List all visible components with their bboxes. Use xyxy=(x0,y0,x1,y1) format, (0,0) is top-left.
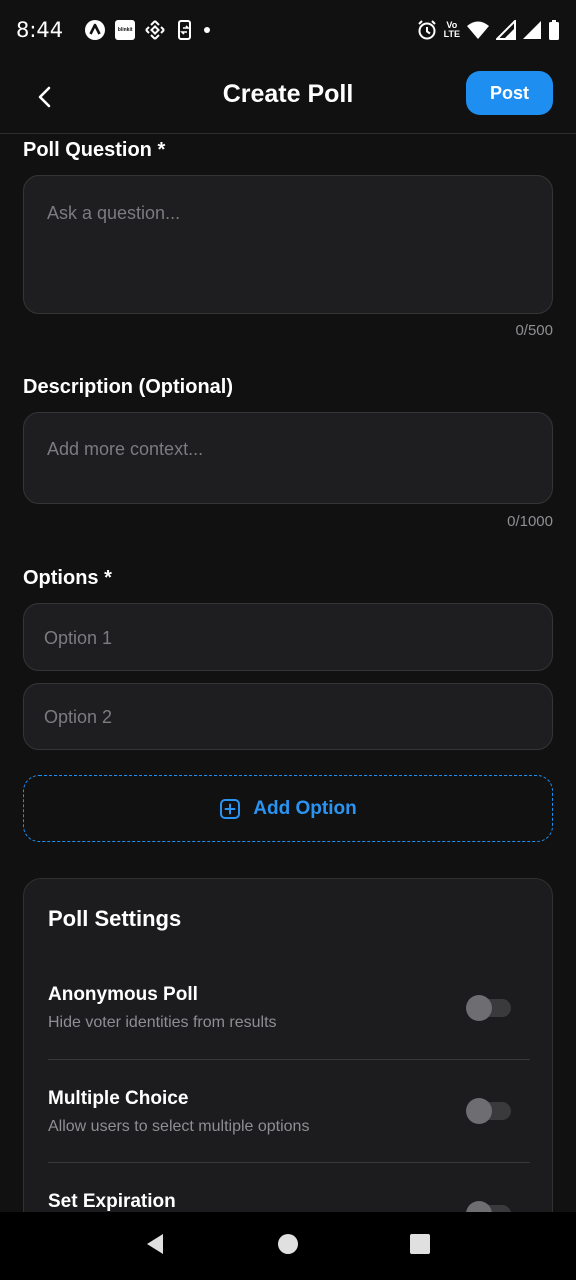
option-1-input[interactable]: Option 1 xyxy=(23,603,553,671)
setting-title: Multiple Choice xyxy=(48,1088,189,1109)
status-time: 8:44 xyxy=(16,18,64,42)
binance-icon xyxy=(144,19,166,41)
description-placeholder: Add more context... xyxy=(47,439,204,459)
poll-question-input[interactable]: Ask a question... xyxy=(23,175,553,314)
description-label: Description (Optional) xyxy=(23,376,233,398)
plus-square-icon xyxy=(220,798,241,819)
options-label: Options * xyxy=(23,567,112,589)
back-nav-button[interactable] xyxy=(144,1232,168,1261)
alarm-icon xyxy=(416,19,438,41)
battery-icon xyxy=(548,19,560,41)
setting-description: Allow users to select multiple options xyxy=(48,1118,310,1135)
screen: 8:44 blinkit Vo LTE Create Poll Post Pol… xyxy=(0,0,576,1280)
triangle-back-icon xyxy=(147,1233,163,1254)
status-left: 8:44 blinkit xyxy=(16,18,211,42)
anonymous-poll-toggle[interactable] xyxy=(466,995,511,1021)
description-input[interactable]: Add more context... xyxy=(23,412,553,504)
poll-settings-card: Poll Settings Anonymous Poll Hide voter … xyxy=(23,878,553,1212)
home-nav-button[interactable] xyxy=(276,1232,300,1261)
setting-title: Set Expiration xyxy=(48,1191,176,1212)
poll-question-counter: 0/500 xyxy=(515,322,553,339)
poll-settings-title: Poll Settings xyxy=(48,906,182,931)
post-button[interactable]: Post xyxy=(466,71,553,115)
add-option-button[interactable]: Add Option xyxy=(23,775,553,842)
setting-description: Hide voter identities from results xyxy=(48,1014,277,1031)
recents-nav-button[interactable] xyxy=(408,1232,432,1261)
add-option-label: Add Option xyxy=(253,797,357,819)
toggle-knob xyxy=(466,1098,492,1124)
toggle-knob xyxy=(466,995,492,1021)
option-1-placeholder: Option 1 xyxy=(44,628,113,648)
wifi-icon xyxy=(466,20,490,40)
poll-question-placeholder: Ask a question... xyxy=(47,203,181,223)
system-nav-bar xyxy=(0,1212,576,1280)
square-recents-icon xyxy=(410,1233,430,1254)
description-counter: 0/1000 xyxy=(507,513,553,530)
app-a-icon xyxy=(84,19,106,41)
status-right: Vo LTE xyxy=(416,19,560,41)
circle-home-icon xyxy=(278,1233,298,1254)
setting-multiple-choice: Multiple Choice Allow users to select mu… xyxy=(48,1088,530,1136)
phone-sync-icon xyxy=(175,19,195,41)
option-2-input[interactable]: Option 2 xyxy=(23,683,553,750)
signal-1-icon xyxy=(496,20,516,40)
notification-dot-icon xyxy=(204,27,211,33)
set-expiration-toggle[interactable] xyxy=(466,1201,511,1212)
poll-question-label: Poll Question * xyxy=(23,139,166,161)
divider xyxy=(48,1162,530,1163)
create-poll-form: Poll Question * Ask a question... 0/500 … xyxy=(0,135,576,1212)
multiple-choice-toggle[interactable] xyxy=(466,1098,511,1124)
setting-title: Anonymous Poll xyxy=(48,984,198,1005)
status-bar: 8:44 blinkit Vo LTE xyxy=(0,0,576,60)
setting-set-expiration: Set Expiration xyxy=(48,1191,530,1212)
setting-anonymous-poll: Anonymous Poll Hide voter identities fro… xyxy=(48,984,530,1032)
signal-2-icon xyxy=(522,20,542,40)
app-header: Create Poll Post xyxy=(0,60,576,134)
blinkit-icon: blinkit xyxy=(115,20,136,40)
volte-icon: Vo LTE xyxy=(443,20,460,39)
option-2-placeholder: Option 2 xyxy=(44,707,113,727)
divider xyxy=(48,1059,530,1060)
